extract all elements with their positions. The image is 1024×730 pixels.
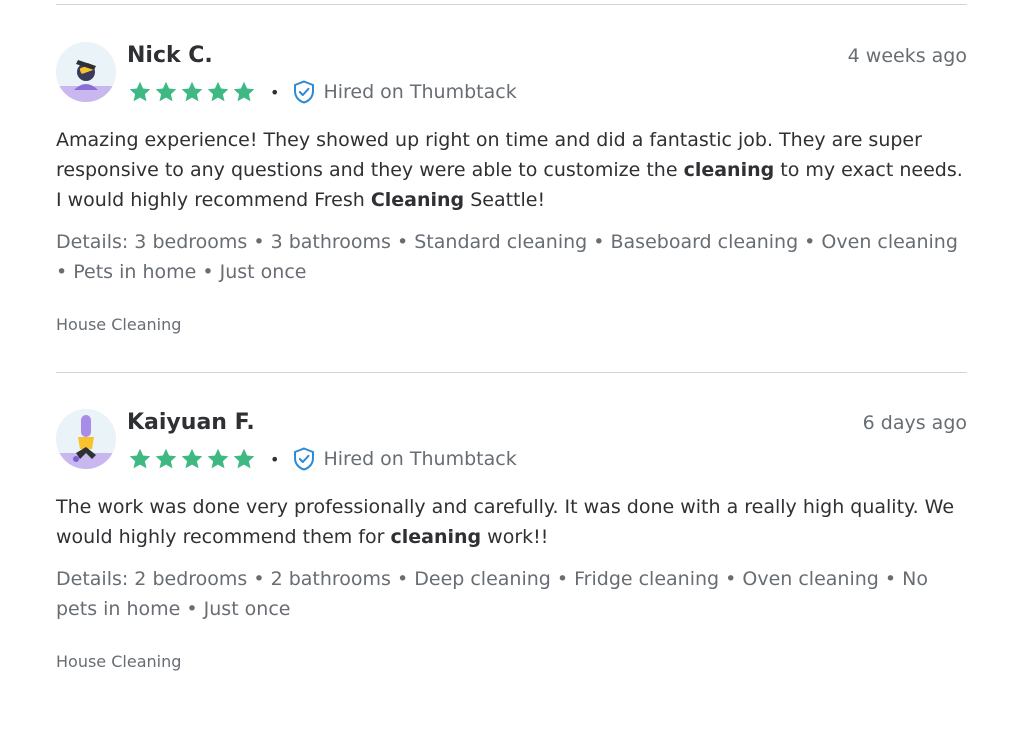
- reviewer-name: Nick C.: [127, 43, 213, 68]
- review-date: 6 days ago: [862, 412, 967, 434]
- separator-dot: •: [270, 82, 280, 102]
- hired-label: Hired on Thumbtack: [323, 448, 517, 470]
- review-text-part: Seattle!: [464, 189, 546, 211]
- review-text-highlight: cleaning: [390, 526, 482, 548]
- review-details: Details: 3 bedrooms • 3 bathrooms • Stan…: [56, 231, 958, 283]
- review-text-highlight: cleaning: [683, 159, 775, 181]
- star-icon: [233, 81, 255, 102]
- star-icon: [155, 81, 177, 102]
- review-item: Kaiyuan F. • Hired on Thumbtack 6 days a…: [56, 409, 967, 671]
- reviewer-name: Kaiyuan F.: [127, 410, 255, 435]
- avatar-illustration-icon: [56, 42, 116, 102]
- review-date: 4 weeks ago: [847, 45, 967, 67]
- star-icon: [129, 81, 151, 102]
- review-text-highlight: Cleaning: [370, 189, 465, 211]
- star-icon: [181, 448, 203, 469]
- divider: [56, 372, 967, 373]
- review-category: House Cleaning: [56, 652, 182, 671]
- reviews-list: Nick C. • Hired on Thumbtack 4 weeks ago…: [56, 0, 967, 671]
- review-header: Nick C. • Hired on Thumbtack 4 weeks ago: [56, 42, 967, 106]
- avatar: [56, 42, 116, 102]
- divider: [56, 4, 967, 5]
- avatar: [56, 409, 116, 469]
- review-item: Nick C. • Hired on Thumbtack 4 weeks ago…: [56, 42, 967, 334]
- shield-check-icon: [294, 447, 315, 471]
- star-icon: [129, 448, 151, 469]
- hired-badge: Hired on Thumbtack: [293, 80, 517, 104]
- star-rating: [128, 80, 256, 104]
- star-icon: [207, 81, 229, 102]
- review-text: Amazing experience! They showed up right…: [56, 125, 967, 215]
- review-details: Details: 2 bedrooms • 2 bathrooms • Deep…: [56, 568, 928, 620]
- separator-dot: •: [270, 449, 280, 469]
- review-header: Kaiyuan F. • Hired on Thumbtack 6 days a…: [56, 409, 967, 473]
- star-rating: [128, 447, 256, 471]
- star-icon: [155, 448, 177, 469]
- avatar-illustration-icon: [56, 409, 116, 469]
- review-text-part: work!!: [481, 526, 549, 548]
- hired-badge: Hired on Thumbtack: [293, 447, 517, 471]
- star-icon: [181, 81, 203, 102]
- hired-label: Hired on Thumbtack: [323, 81, 517, 103]
- shield-check-icon: [294, 80, 315, 104]
- review-meta: • Hired on Thumbtack: [128, 445, 517, 473]
- star-icon: [207, 448, 229, 469]
- star-icon: [233, 448, 255, 469]
- review-meta: • Hired on Thumbtack: [128, 78, 517, 106]
- review-category: House Cleaning: [56, 315, 182, 334]
- review-text: The work was done very professionally an…: [56, 492, 967, 552]
